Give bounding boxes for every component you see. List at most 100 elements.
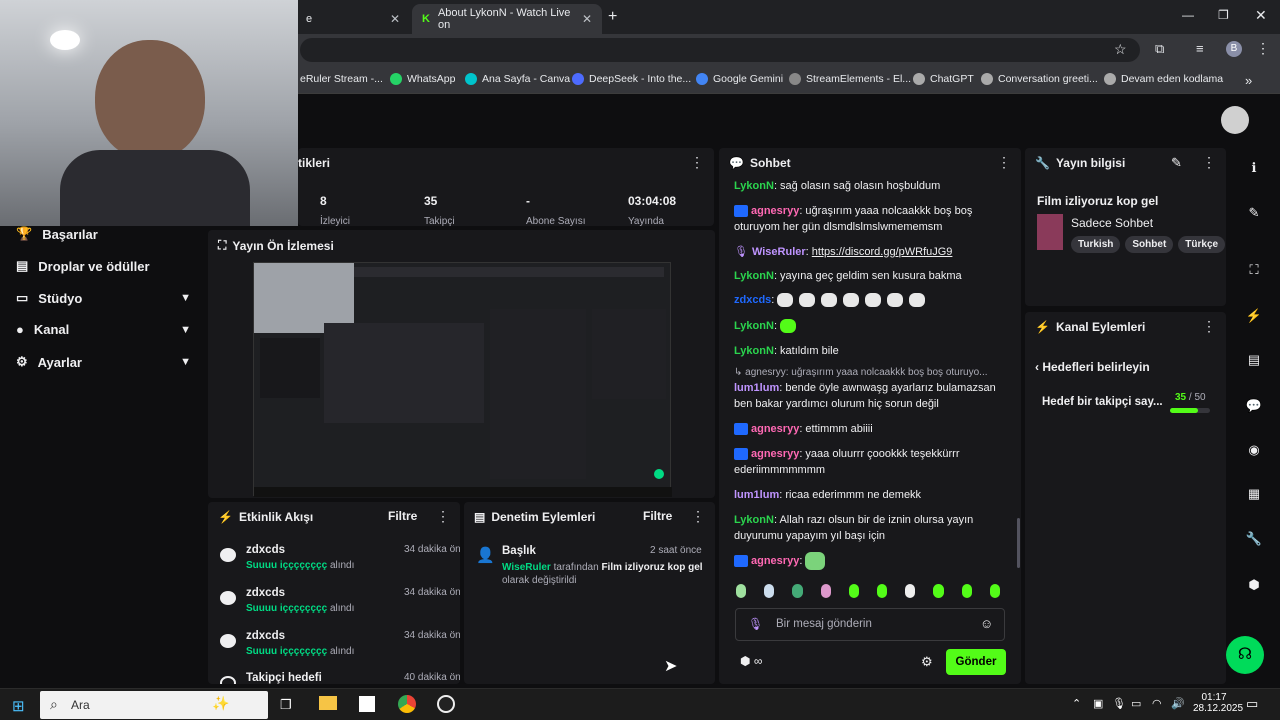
minimize-icon[interactable]: —	[1182, 8, 1194, 22]
emote-icon[interactable]	[764, 584, 775, 598]
browser-tab-active[interactable]: K About LykonN - Watch Live on ✕	[412, 4, 602, 34]
event-user[interactable]: zdxcds	[246, 544, 285, 556]
user-avatar[interactable]	[1221, 106, 1249, 134]
chat-username[interactable]: lum1lum	[734, 382, 779, 394]
broadcast-icon[interactable]: ◉	[1244, 442, 1264, 462]
emote-icon[interactable]	[961, 584, 972, 598]
lightning-icon[interactable]: ⚡	[1244, 308, 1264, 328]
bookmark-item[interactable]: eRuler Stream -...	[300, 73, 383, 85]
chat-link[interactable]: https://discord.gg/pWRfuJG9	[812, 246, 953, 258]
more-options-icon[interactable]: ⋮	[690, 154, 704, 171]
tag-chip[interactable]: Türkçe	[1178, 236, 1226, 253]
community-icon[interactable]: ⬢	[1244, 577, 1264, 597]
emote-icon[interactable]	[933, 584, 944, 598]
chat-username[interactable]: lum1lum	[734, 489, 779, 501]
bookmark-item[interactable]: Ana Sayfa - Canva	[465, 73, 570, 85]
emote-icon[interactable]	[792, 584, 803, 598]
tag-chip[interactable]: Sohbet	[1125, 236, 1174, 253]
chat-username[interactable]: zdxcds	[734, 294, 771, 306]
more-options-icon[interactable]: ⋮	[1202, 318, 1216, 335]
tag-chip[interactable]: Turkish	[1071, 236, 1121, 253]
goal-label[interactable]: Hedef bir takipçi say...	[1042, 396, 1163, 408]
chat-username[interactable]: agnesryy	[751, 555, 799, 567]
filter-button[interactable]: Filtre	[643, 509, 672, 523]
emoji-picker-icon[interactable]: ☺	[980, 616, 993, 631]
bookmark-item[interactable]: DeepSeek - Into the...	[572, 73, 691, 85]
close-tab-icon[interactable]: ✕	[390, 12, 400, 26]
mod-item-user[interactable]: WiseRuler	[502, 562, 551, 573]
more-bookmarks-icon[interactable]: »	[1245, 73, 1252, 88]
sidebar-item-achievements[interactable]: 🏆 Başarılar	[16, 226, 191, 242]
chat-input-box[interactable]: 🎙 Bir mesaj gönderin ☺	[735, 608, 1005, 641]
send-button[interactable]: Gönder	[946, 649, 1006, 675]
preview-icon[interactable]: ⛶	[1244, 262, 1264, 282]
category-name[interactable]: Sadece Sohbet	[1071, 216, 1153, 230]
browser-menu-icon[interactable]: ⋮	[1256, 40, 1270, 57]
bookmark-item[interactable]: Google Gemini	[696, 73, 783, 85]
maximize-icon[interactable]: ❐	[1218, 8, 1229, 22]
emote-icon[interactable]	[736, 584, 747, 598]
chat-settings-icon[interactable]: ⚙	[921, 654, 933, 670]
chat-username[interactable]: LykonN	[734, 320, 774, 332]
chat-username[interactable]: agnesryy	[751, 448, 799, 460]
browser-tab[interactable]: e ✕	[296, 4, 410, 34]
chat-reply-preview[interactable]: ↳ agnesryy: uğraşırım yaaa nolcaakkk boş…	[734, 365, 1004, 381]
more-options-icon[interactable]: ⋮	[1202, 154, 1216, 171]
sidebar-item-studio[interactable]: ▭ Stüdyo ▼	[16, 290, 191, 306]
sidebar-item-channel[interactable]: ● Kanal ▼	[16, 322, 191, 337]
new-tab-button[interactable]: +	[608, 8, 617, 26]
bookmark-item[interactable]: ChatGPT	[913, 73, 974, 85]
bookmark-item[interactable]: WhatsApp	[390, 73, 455, 85]
chat-username[interactable]: agnesryy	[751, 423, 799, 435]
taskbar-search[interactable]: ⌕ Ara ✨	[40, 691, 268, 719]
bookmark-item[interactable]: StreamElements - El...	[789, 73, 911, 85]
bookmark-item[interactable]: Conversation greeti...	[981, 73, 1098, 85]
address-field[interactable]	[300, 38, 1140, 62]
chat-icon[interactable]: 💬	[1244, 398, 1264, 418]
pencil-icon[interactable]: ✎	[1244, 205, 1264, 225]
more-options-icon[interactable]: ⋮	[436, 508, 450, 525]
sidebar-item-settings[interactable]: ⚙ Ayarlar ▼	[16, 354, 191, 370]
document-icon[interactable]: ▤	[1244, 352, 1264, 372]
profile-avatar[interactable]: B	[1226, 41, 1242, 57]
battery-icon[interactable]: ▭	[1131, 697, 1141, 710]
info-icon[interactable]: ℹ	[1244, 160, 1264, 180]
sidebar-item-drops[interactable]: ▤ Droplar ve ödüller	[16, 258, 191, 274]
chat-username[interactable]: LykonN	[734, 514, 774, 526]
emote-icon[interactable]	[905, 584, 916, 598]
tray-mic-icon[interactable]: 🎙	[1112, 697, 1126, 710]
chat-scrollbar[interactable]	[1017, 518, 1020, 568]
windows-start-icon[interactable]: ⊞	[12, 697, 25, 715]
chat-username[interactable]: WiseRuler	[752, 246, 806, 258]
more-options-icon[interactable]: ⋮	[997, 154, 1011, 171]
event-user[interactable]: zdxcds	[246, 587, 285, 599]
task-view-icon[interactable]: ❐	[280, 697, 292, 713]
file-explorer-icon[interactable]	[319, 696, 337, 710]
emote-icon[interactable]	[848, 584, 860, 598]
close-tab-icon[interactable]: ✕	[582, 12, 592, 26]
store-icon[interactable]	[359, 696, 375, 712]
layout-icon[interactable]: ▦	[1244, 486, 1264, 506]
clock[interactable]: 01:17 28.12.2025	[1193, 692, 1243, 714]
wrench-icon[interactable]: 🔧	[1244, 531, 1264, 551]
chat-username[interactable]: agnesryy	[751, 205, 799, 217]
bookmark-item[interactable]: Devam eden kodlama	[1104, 73, 1223, 85]
close-window-icon[interactable]: ✕	[1255, 7, 1267, 24]
event-user[interactable]: zdxcds	[246, 630, 285, 642]
extensions-icon[interactable]: ⧉	[1155, 41, 1164, 57]
microphone-icon[interactable]: 🎙	[748, 617, 763, 631]
media-control-icon[interactable]: ≡	[1196, 41, 1204, 56]
emote-icon[interactable]	[877, 584, 888, 598]
chat-username[interactable]: LykonN	[734, 270, 774, 282]
stream-preview-video[interactable]	[253, 262, 672, 497]
support-headset-icon[interactable]: ☊	[1226, 636, 1264, 674]
edit-pencil-icon[interactable]: ✎	[1171, 155, 1182, 171]
notifications-icon[interactable]: ▭	[1246, 696, 1258, 712]
emote-icon[interactable]	[989, 584, 1001, 598]
chat-username[interactable]: LykonN	[734, 345, 774, 357]
more-options-icon[interactable]: ⋮	[691, 508, 705, 525]
wifi-icon[interactable]: ◠	[1152, 697, 1162, 710]
goals-header[interactable]: ‹ Hedefleri belirleyin	[1035, 360, 1150, 374]
filter-button[interactable]: Filtre	[388, 509, 417, 523]
tray-chevron-icon[interactable]: ⌃	[1072, 697, 1081, 710]
